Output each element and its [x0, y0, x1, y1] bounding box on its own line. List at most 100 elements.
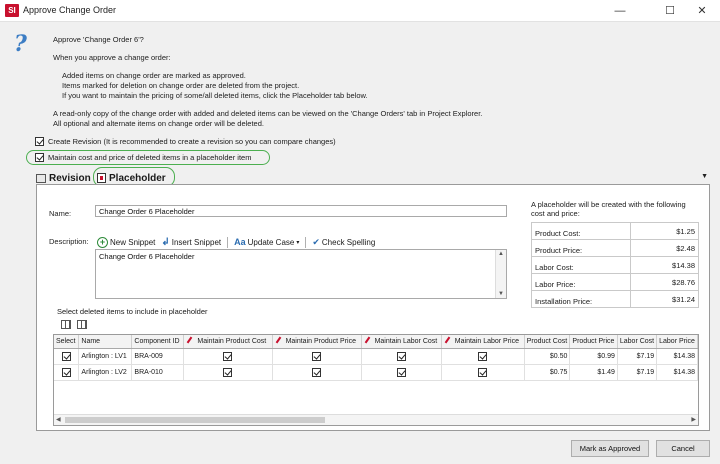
col-header-product-cost[interactable]: Product Cost [524, 335, 571, 349]
name-field[interactable]: Change Order 6 Placeholder [95, 205, 507, 217]
grid-horizontal-scrollbar[interactable]: ◀ ▶ [54, 414, 698, 425]
insert-snippet-button[interactable]: ↲ Insert Snippet [161, 237, 221, 248]
intro-line-1: Added items on change order are marked a… [62, 71, 246, 80]
toolbar-divider [227, 236, 229, 248]
description-field[interactable]: Change Order 6 Placeholder ▲ ▼ [95, 249, 507, 299]
col-header-product-price[interactable]: Product Price [569, 335, 618, 349]
grid-view-toolbar [61, 320, 87, 329]
description-toolbar: + New Snippet ↲ Insert Snippet Aa Update… [97, 235, 375, 249]
maintain-product-cost-checkbox[interactable] [223, 367, 233, 377]
when-text: When you approve a change order: [53, 53, 171, 62]
select-cell[interactable] [54, 348, 80, 365]
title-bar: SI Approve Change Order — ☐ ✕ [0, 0, 720, 22]
maintain-labor-cost-checkbox[interactable] [396, 351, 406, 361]
col-header-name[interactable]: Name [78, 335, 133, 349]
placeholder-panel: Name: Change Order 6 Placeholder Descrip… [36, 184, 710, 431]
col-header-maintain-product-price[interactable]: Maintain Product Price [272, 335, 362, 349]
maintain-labor-price-checkbox[interactable] [478, 367, 488, 377]
create-revision-label: Create Revision (It is recommended to cr… [48, 137, 336, 146]
maintain-product-cost-checkbox[interactable] [223, 351, 233, 361]
col-header-labor-price[interactable]: Labor Price [656, 335, 698, 349]
col-header-labor-cost[interactable]: Labor Cost [617, 335, 658, 349]
cancel-button[interactable]: Cancel [656, 440, 710, 457]
summary-title: A placeholder will be created with the f… [531, 200, 686, 218]
maintain-labor-cost-cell[interactable] [361, 364, 442, 381]
col-header-label: Maintain Product Price [285, 337, 356, 345]
maintain-labor-cost-checkbox[interactable] [396, 367, 406, 377]
question-icon: ? [14, 31, 27, 57]
summary-row: Product Price: $2.48 [531, 239, 699, 257]
window-title: Approve Change Order [23, 5, 117, 15]
col-header-maintain-product-cost[interactable]: Maintain Product Cost [183, 335, 273, 349]
edit-icon [275, 336, 281, 344]
list-view-icon[interactable] [77, 320, 87, 329]
col-header-label: Maintain Labor Price [454, 337, 519, 345]
update-case-label: Update Case [247, 237, 295, 247]
summary-row: Labor Cost: $14.38 [531, 256, 699, 274]
name-cell: Arlington : LV1 [78, 348, 133, 365]
check-spelling-button[interactable]: ✔ Check Spelling [312, 237, 375, 248]
revision-tab-icon [36, 173, 46, 183]
maintain-labor-price-cell[interactable] [441, 364, 525, 381]
maintain-product-price-cell[interactable] [272, 348, 362, 365]
description-scrollbar[interactable]: ▲ ▼ [495, 250, 506, 298]
maintain-labor-cost-cell[interactable] [361, 348, 442, 365]
mark-as-approved-button[interactable]: Mark as Approved [571, 440, 649, 457]
scroll-right-icon[interactable]: ▶ [691, 416, 696, 423]
scroll-thumb[interactable] [65, 417, 325, 423]
update-case-button[interactable]: Aa Update Case ▾ [234, 237, 299, 247]
select-cell[interactable] [54, 364, 80, 381]
summary-label: Labor Cost: [531, 256, 631, 274]
description-label: Description: [49, 237, 89, 246]
close-icon[interactable]: ✕ [682, 0, 720, 22]
create-revision-option[interactable]: Create Revision (It is recommended to cr… [35, 137, 336, 146]
grid-view-icon[interactable] [61, 320, 71, 329]
insert-icon: ↲ [161, 236, 170, 248]
summary-value: $14.38 [630, 256, 699, 274]
minimize-icon[interactable]: — [600, 0, 640, 22]
new-snippet-button[interactable]: + New Snippet [97, 236, 156, 248]
select-checkbox[interactable] [61, 351, 71, 361]
labor-price-cell: $14.38 [656, 364, 698, 381]
maintain-product-cost-cell[interactable] [183, 364, 273, 381]
intro-line-2: Items marked for deletion on change orde… [62, 81, 300, 90]
tab-placeholder-label: Placeholder [109, 172, 166, 184]
product-price-cell: $1.49 [569, 364, 618, 381]
placeholder-tab-icon [97, 173, 106, 183]
col-header-select[interactable]: Select [54, 335, 80, 349]
readonly-text-1: A read-only copy of the change order wit… [53, 109, 483, 118]
component-id-cell: BRA-009 [131, 348, 185, 365]
summary-value: $28.76 [630, 273, 699, 291]
new-snippet-label: New Snippet [110, 237, 156, 247]
scroll-down-icon[interactable]: ▼ [498, 291, 504, 297]
summary-value: $31.24 [630, 290, 699, 308]
summary-row: Labor Price: $28.76 [531, 273, 699, 291]
edit-icon [444, 336, 451, 344]
text-case-icon: Aa [234, 237, 246, 247]
maintain-product-cost-cell[interactable] [183, 348, 273, 365]
edit-icon [187, 336, 193, 344]
col-header-maintain-labor-cost[interactable]: Maintain Labor Cost [361, 335, 442, 349]
collapse-arrow-icon[interactable]: ▼ [701, 173, 708, 180]
maintain-labor-price-checkbox[interactable] [478, 351, 488, 361]
scroll-left-icon[interactable]: ◀ [56, 416, 61, 423]
question-text: Approve 'Change Order 6'? [53, 35, 144, 44]
grid-table: Select Name Component ID Maintain Produc… [54, 335, 698, 381]
maintain-product-price-checkbox[interactable] [312, 367, 322, 377]
maintain-product-price-cell[interactable] [272, 364, 362, 381]
labor-cost-cell: $7.19 [617, 348, 658, 365]
table-row[interactable]: Arlington : LV2 BRA-010 $0.75 $1.49 $7.1… [54, 364, 698, 381]
select-checkbox[interactable] [61, 367, 71, 377]
table-row[interactable]: Arlington : LV1 BRA-009 $0.50 $0.99 $7.1… [54, 348, 698, 365]
scroll-up-icon[interactable]: ▲ [498, 251, 504, 257]
maintain-labor-price-cell[interactable] [441, 348, 525, 365]
edit-icon [364, 336, 370, 344]
col-header-component-id[interactable]: Component ID [131, 335, 185, 349]
intro-line-3: If you want to maintain the pricing of s… [62, 91, 368, 100]
col-header-maintain-labor-price[interactable]: Maintain Labor Price [441, 335, 525, 349]
labor-cost-cell: $7.19 [617, 364, 658, 381]
maintain-product-price-checkbox[interactable] [312, 351, 322, 361]
create-revision-checkbox[interactable] [35, 137, 44, 146]
spellcheck-icon: ✔ [312, 236, 320, 247]
component-id-cell: BRA-010 [131, 364, 185, 381]
